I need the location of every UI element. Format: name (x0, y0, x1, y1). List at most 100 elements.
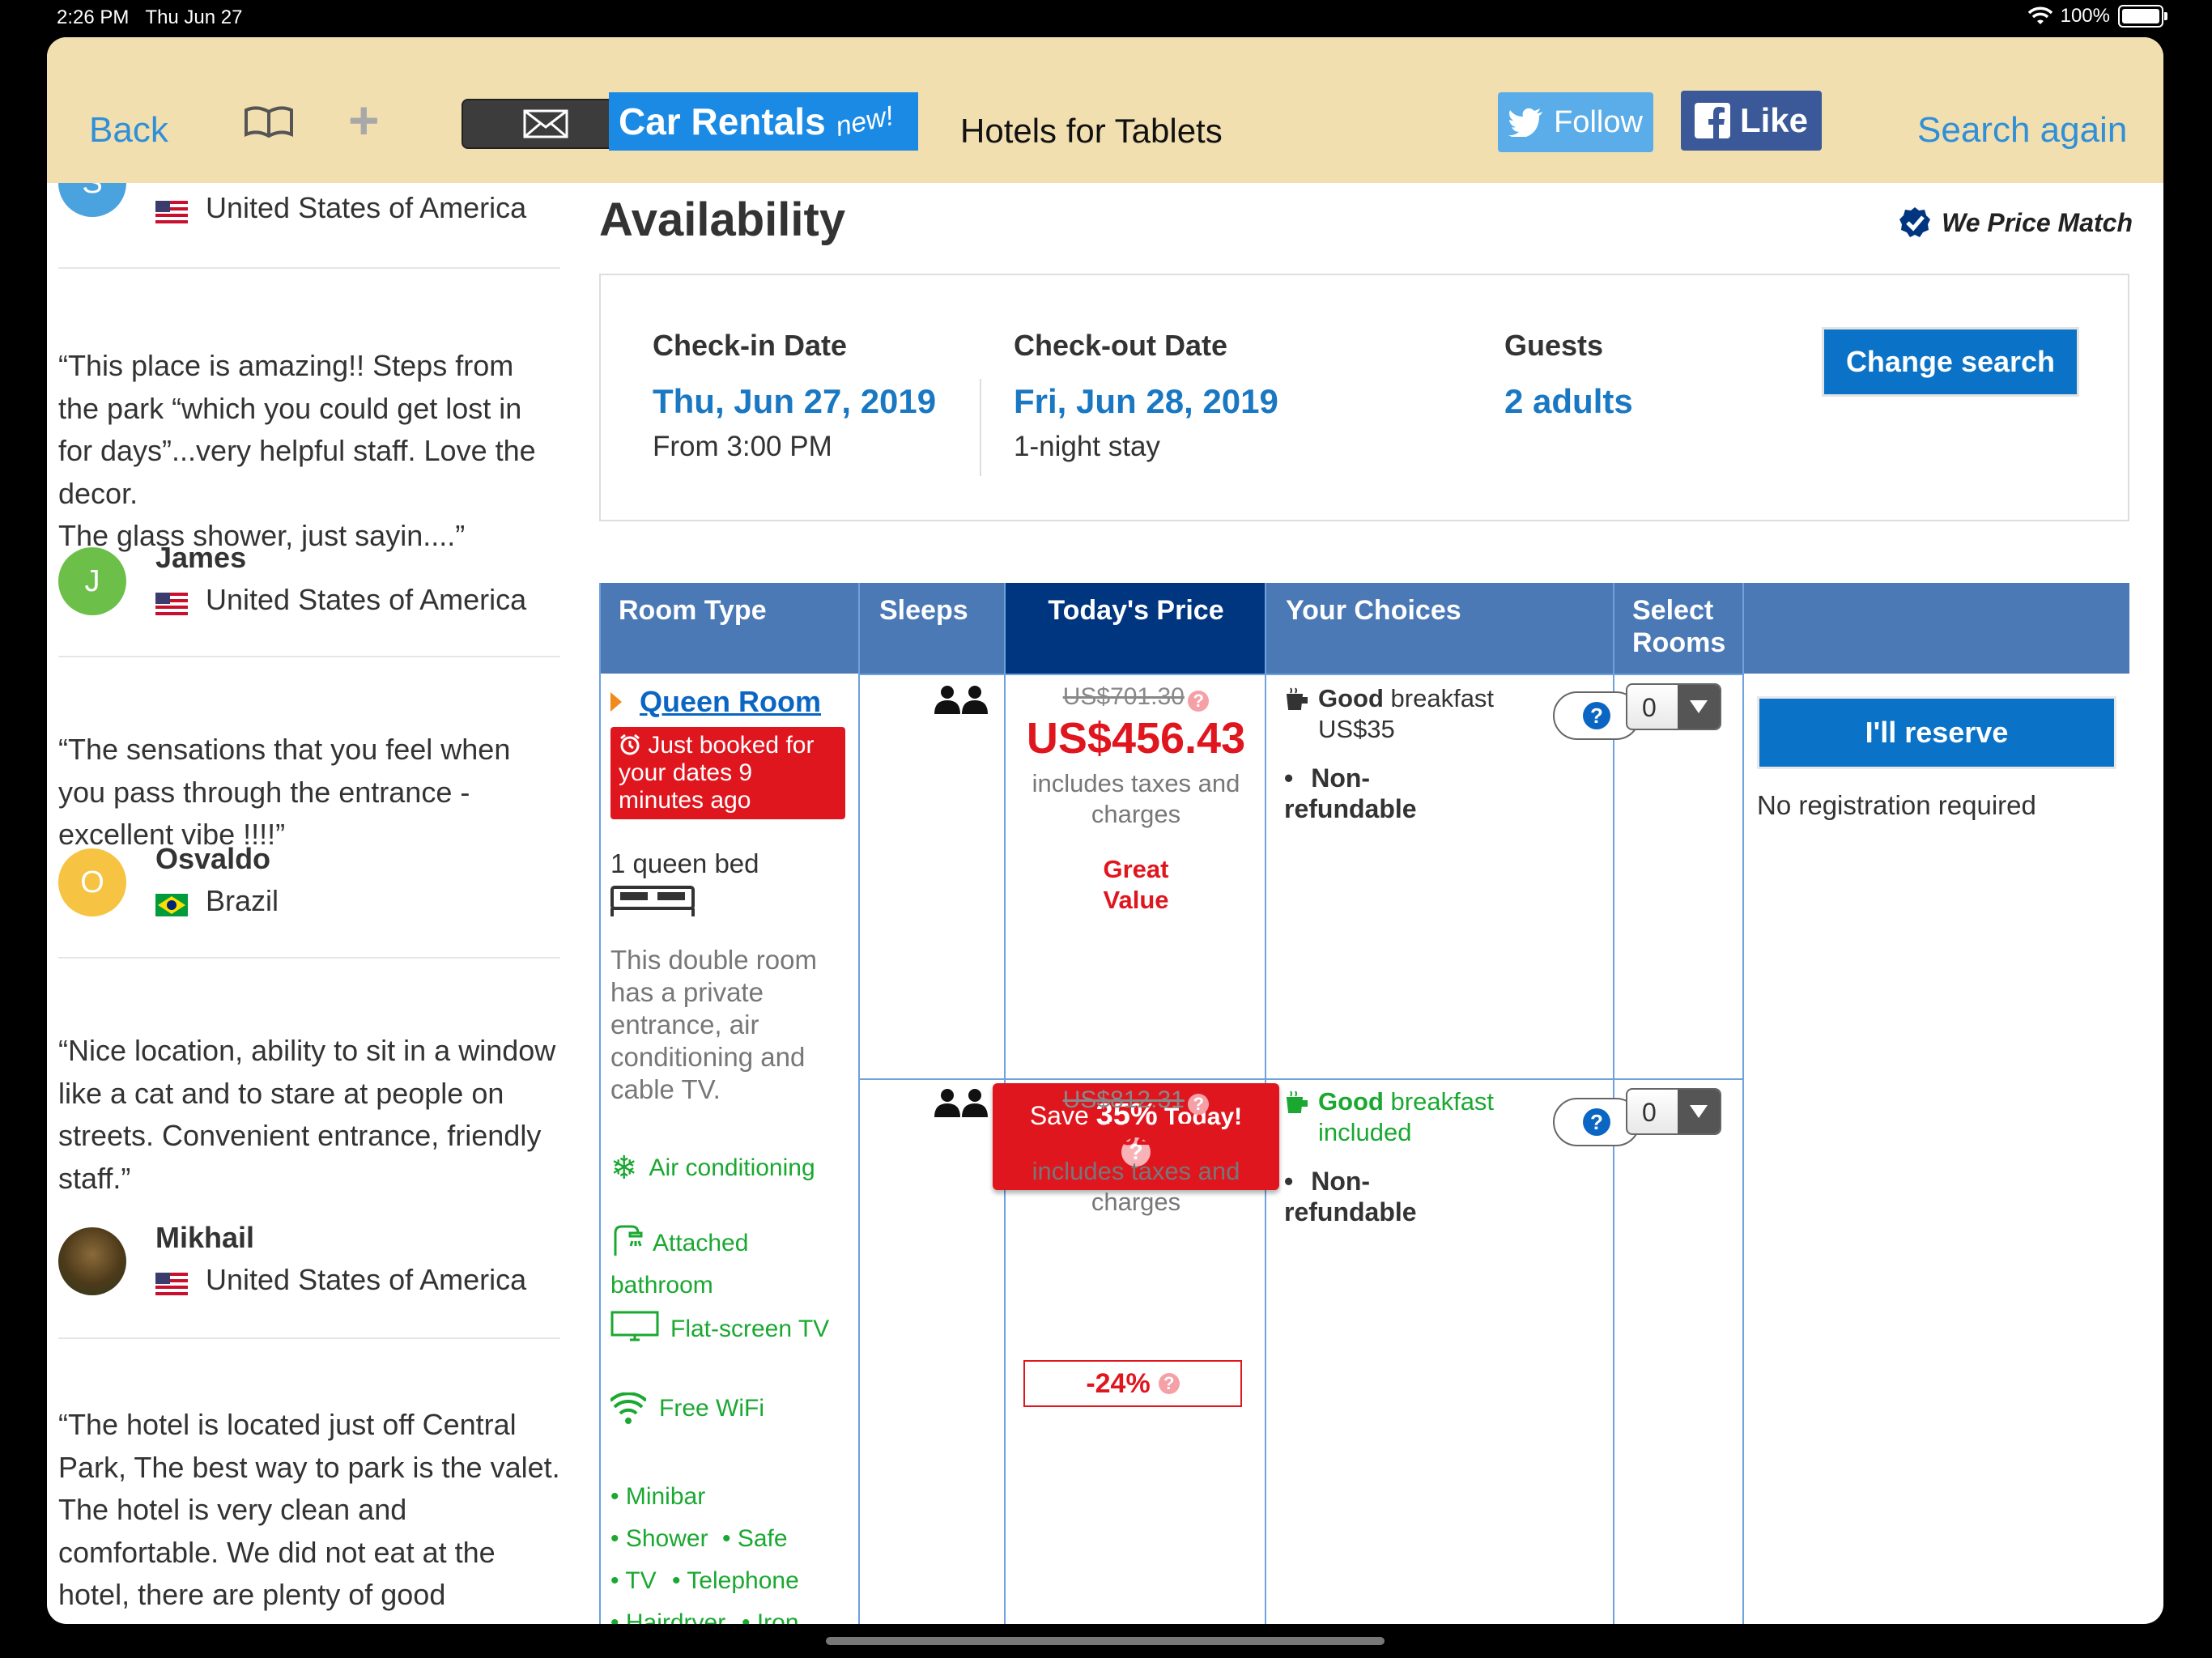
avatar: J (58, 547, 126, 615)
reviewer-country: United States of America (155, 1263, 526, 1297)
review-quote: “The sensations that you feel when you p… (58, 733, 511, 851)
review-quote: “The hotel is located just off Central P… (58, 1408, 560, 1624)
divider (599, 583, 601, 1624)
header-your-choices: Your Choices (1286, 595, 1461, 626)
reviewer-country: Brazil (155, 884, 279, 918)
car-rentals-button[interactable]: Car Rentals new! (609, 92, 918, 151)
reserve-button[interactable]: I'll reserve (1757, 696, 2116, 769)
home-indicator[interactable] (826, 1637, 1385, 1645)
country-label: United States of America (206, 583, 527, 616)
like-label: Like (1739, 101, 1809, 139)
taxes-note: includes taxes and charges (1032, 1156, 1240, 1216)
new-badge: new! (832, 100, 896, 142)
amenity-item: • Iron (742, 1609, 799, 1624)
breakfast-label: breakfast (1383, 684, 1495, 712)
choices-cell: Good breakfast US$35 • Non-refundable (1284, 684, 1495, 823)
header-todays-price: Today's Price (1006, 583, 1266, 674)
shower-icon (614, 1225, 643, 1256)
rooms-table: Room Type Sleeps Today's Price Your Choi… (599, 583, 2129, 1624)
help-icon[interactable]: ? (1188, 690, 1210, 712)
guests-label: Guests (1504, 329, 1604, 362)
status-right: 100% (2027, 5, 2167, 28)
checkout-sub: 1-night stay (1014, 431, 1160, 462)
page-title: Hotels for Tablets (960, 112, 1223, 150)
coffee-cup-icon (1286, 687, 1308, 710)
price-match-label: We Price Match (1942, 207, 2133, 237)
mail-icon (523, 109, 568, 138)
divider (858, 1078, 1744, 1080)
mail-button[interactable] (462, 99, 630, 149)
checkmark-badge-icon (1899, 207, 1931, 237)
guests-value[interactable]: 2 adults (1504, 382, 1633, 421)
divider (858, 583, 860, 1624)
cancellation-policy: Non-refundable (1284, 763, 1417, 823)
search-summary: Check-in Date Thu, Jun 27, 2019 From 3:0… (599, 274, 2129, 521)
great-value-label: Great Value (1103, 854, 1169, 914)
avatar: S (58, 183, 126, 217)
queen-room-link[interactable]: Queen Room (640, 685, 821, 719)
facility-item: Free WiFi (610, 1392, 764, 1425)
two-guests-icon (934, 1089, 988, 1117)
price-match-badge[interactable]: We Price Match (1898, 206, 2133, 240)
reserve-column: I'll reserve No registration required (1744, 583, 2129, 1624)
top-bar: Back + Car Rentals new! Hotels for Table… (47, 37, 2163, 183)
checkout-value[interactable]: Fri, Jun 28, 2019 (1014, 382, 1278, 421)
room-count-select[interactable]: 0 (1626, 1088, 1721, 1135)
wifi-icon (610, 1392, 646, 1424)
two-guests-icon (934, 686, 988, 714)
twitter-follow-button[interactable]: Follow (1498, 92, 1653, 152)
facility-label: Flat-screen TV (670, 1316, 830, 1342)
coffee-cup-icon (1286, 1090, 1308, 1113)
recent-booking-alert: Just booked for your dates 9 minutes ago (610, 727, 845, 819)
snowflake-icon: ❄ (610, 1150, 638, 1186)
choices-cell: Good breakfast included • Non-refundable (1284, 1087, 1495, 1226)
help-icon[interactable]: ? (1158, 1373, 1180, 1394)
add-icon[interactable]: + (348, 89, 380, 151)
discount-label: -24% (1086, 1367, 1151, 1399)
checkin-value[interactable]: Thu, Jun 27, 2019 (653, 382, 936, 421)
divider (58, 1337, 560, 1339)
amenity-item: • Hairdryer (610, 1609, 726, 1624)
facility-item: ❄ Air conditioning (610, 1150, 815, 1187)
help-icon[interactable]: ? (1188, 1093, 1210, 1115)
bookmarks-icon[interactable] (243, 105, 295, 142)
review-quote: “Nice location, ability to sit in a wind… (58, 1034, 556, 1195)
cancellation-policy: Non-refundable (1284, 1167, 1417, 1226)
tv-icon (610, 1311, 659, 1341)
price-cell: US$812.31 ? US$620.58 includes taxes and… (1006, 1086, 1266, 1218)
amenity-item: • Telephone (672, 1567, 799, 1594)
original-price: US$701.30 (1062, 683, 1185, 710)
header-sleeps: Sleeps (879, 595, 968, 626)
us-flag-icon (155, 1269, 188, 1295)
room-count-select[interactable]: 0 (1626, 683, 1721, 730)
search-again-button[interactable]: Search again (1917, 110, 2127, 151)
us-flag-icon (155, 197, 188, 223)
discount-badge: -24% ? (1023, 1360, 1242, 1407)
divider (58, 957, 560, 959)
no-registration-note: No registration required (1757, 790, 2036, 820)
amenity-item: • Minibar (610, 1483, 706, 1510)
divider (58, 267, 560, 269)
taxes-note: includes taxes and charges (1032, 768, 1240, 828)
header-room-type: Room Type (619, 595, 767, 626)
reviews-sidebar[interactable]: S United States of America “This place i… (47, 183, 565, 1624)
facebook-like-button[interactable]: Like (1681, 91, 1822, 151)
status-time: 2:26 PM Thu Jun 27 (57, 6, 243, 28)
reviewer-name: James (155, 541, 247, 574)
caret-right-icon (610, 692, 622, 712)
follow-label: Follow (1554, 104, 1643, 139)
bed-icon (610, 886, 695, 916)
checkin-sub: From 3:00 PM (653, 431, 832, 462)
select-value: 0 (1642, 693, 1657, 722)
country-label: United States of America (206, 1263, 527, 1296)
country-label: United States of America (206, 191, 527, 224)
facility-label: Free WiFi (659, 1395, 764, 1422)
amenity-item: • Safe (722, 1525, 788, 1552)
divider (980, 379, 981, 476)
chevron-down-icon (1678, 685, 1720, 729)
avatar: O (58, 848, 126, 916)
change-search-button[interactable]: Change search (1822, 327, 2079, 397)
app-window: Back + Car Rentals new! Hotels for Table… (47, 37, 2163, 1624)
breakfast-rating: Good (1318, 684, 1384, 712)
back-button[interactable]: Back (89, 110, 168, 151)
